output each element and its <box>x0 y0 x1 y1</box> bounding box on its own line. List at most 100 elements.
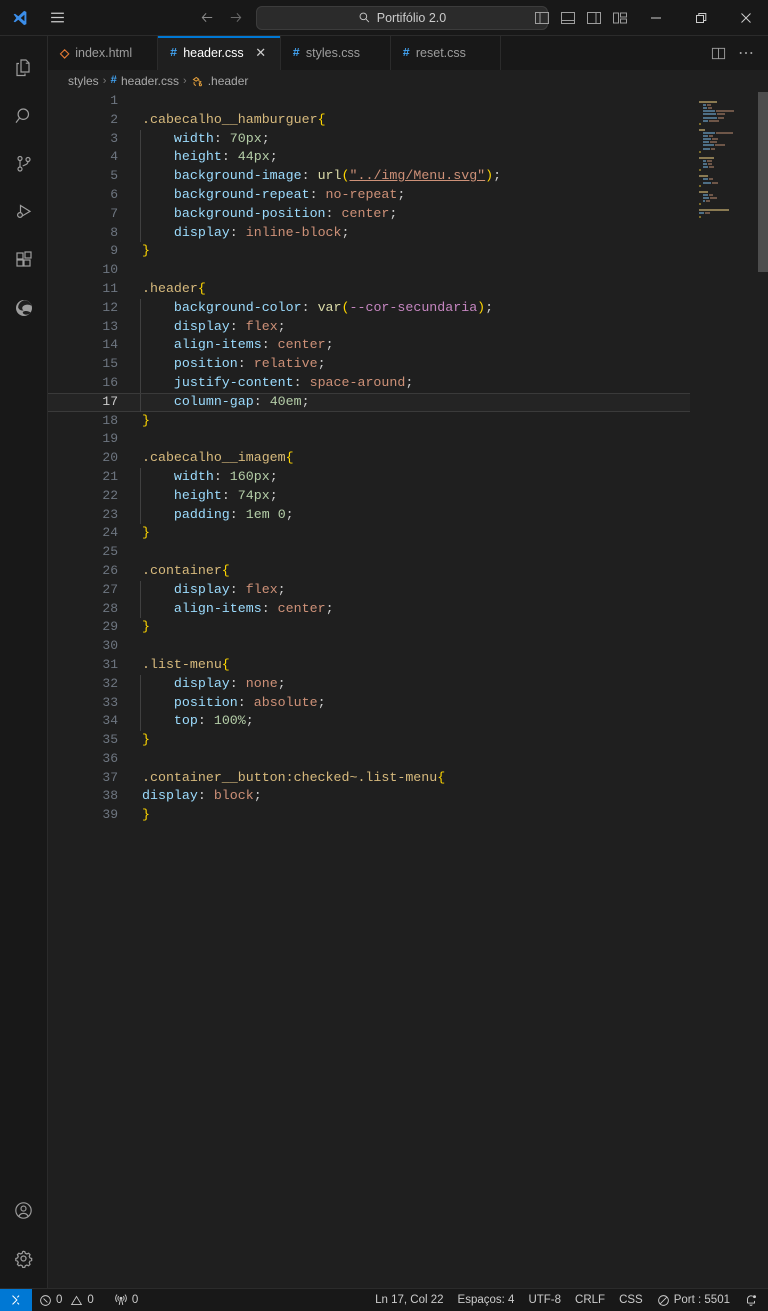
editor-position-status[interactable]: Ln 17, Col 22 <box>368 1289 450 1311</box>
code-line[interactable]: 34 top: 100%; <box>48 712 690 732</box>
indent-guide <box>140 392 141 412</box>
activity-item-accounts[interactable] <box>0 1186 48 1234</box>
code-line[interactable]: 24} <box>48 524 690 543</box>
code-line[interactable]: 32 display: none; <box>48 674 690 694</box>
code-line[interactable]: 8 display: inline-block; <box>48 223 690 243</box>
encoding-status[interactable]: UTF-8 <box>521 1289 568 1311</box>
command-center-search[interactable]: Portifólio 2.0 <box>256 5 548 30</box>
code-line[interactable]: 30 <box>48 637 690 656</box>
line-content: background-repeat: no-repeat; <box>140 185 690 205</box>
tab-index-html[interactable]: ◇ index.html <box>48 36 158 70</box>
code-line[interactable]: 20 .cabecalho__imagem{ <box>48 449 690 468</box>
ports-status[interactable]: 0 <box>107 1289 145 1311</box>
more-actions-icon[interactable]: ⋯ <box>734 41 758 65</box>
code-line[interactable]: 36 <box>48 750 690 769</box>
line-content: background-position: center; <box>140 204 690 224</box>
code-line[interactable]: 2 .cabecalho__hamburguer{ <box>48 111 690 130</box>
code-line[interactable]: 23 padding: 1em 0; <box>48 505 690 525</box>
code-line[interactable]: 15 position: relative; <box>48 355 690 374</box>
code-line[interactable]: 11 .header{ <box>48 280 690 299</box>
code-line[interactable]: 29} <box>48 618 690 637</box>
search-icon <box>12 104 36 128</box>
problems-status[interactable]: 0 0 <box>32 1289 101 1311</box>
line-number: 29 <box>102 619 118 635</box>
code-line[interactable]: 22 height: 74px; <box>48 486 690 506</box>
indentation-status[interactable]: Espaços: 4 <box>451 1289 522 1311</box>
activity-item-explorer[interactable] <box>0 44 48 92</box>
code-line[interactable]: 1 <box>48 92 690 111</box>
close-icon[interactable]: ✕ <box>254 45 268 61</box>
tab-reset-css[interactable]: # reset.css <box>390 36 501 70</box>
minimize-button[interactable] <box>633 0 678 36</box>
activity-item-browser-preview[interactable] <box>0 284 48 332</box>
code-editor[interactable]: 1 2 .cabecalho__hamburguer{3 width: 70px; 4… <box>48 92 690 1288</box>
code-line[interactable]: 35} <box>48 731 690 750</box>
tab-header-css[interactable]: # header.css ✕ <box>158 36 281 70</box>
breadcrumb-item-header-selector[interactable]: .header <box>191 74 248 88</box>
line-number: 26 <box>102 562 118 578</box>
line-number: 37 <box>102 769 118 785</box>
remote-window-button[interactable] <box>0 1288 32 1311</box>
code-line[interactable]: 26 .container{ <box>48 562 690 581</box>
code-line[interactable]: 17 column-gap: 40em; <box>48 392 690 412</box>
title-bar: Portifólio 2.0 <box>0 0 768 36</box>
scrollbar-thumb[interactable] <box>758 92 768 272</box>
toggle-primary-sidebar-button[interactable] <box>529 5 555 31</box>
code-line[interactable]: 28 align-items: center; <box>48 599 690 619</box>
toggle-panel-button[interactable] <box>555 5 581 31</box>
minimap[interactable] <box>690 92 768 1288</box>
code-line[interactable]: 6 background-repeat: no-repeat; <box>48 185 690 205</box>
restore-button[interactable] <box>678 0 723 36</box>
code-line[interactable]: 33 position: absolute; <box>48 693 690 713</box>
tab-styles-css[interactable]: # styles.css <box>280 36 391 70</box>
line-number: 1 <box>110 93 118 108</box>
code-line[interactable]: 31 .list-menu{ <box>48 656 690 675</box>
code-line[interactable]: 9} <box>48 242 690 261</box>
eol-status[interactable]: CRLF <box>568 1289 612 1311</box>
code-line[interactable]: 18} <box>48 412 690 431</box>
activity-item-run-debug[interactable] <box>0 188 48 236</box>
close-button[interactable] <box>723 0 768 36</box>
code-line[interactable]: 13 display: flex; <box>48 317 690 337</box>
edge-browser-icon <box>12 296 36 320</box>
line-content: .header{ <box>142 280 206 296</box>
activity-item-source-control[interactable] <box>0 140 48 188</box>
line-number: 16 <box>102 374 118 390</box>
extensions-icon <box>12 248 36 272</box>
language-mode-status[interactable]: CSS <box>612 1289 650 1311</box>
code-line[interactable]: 5 background-image: url("../img/Menu.svg… <box>48 167 690 186</box>
code-line[interactable]: 25 <box>48 543 690 562</box>
activity-item-extensions[interactable] <box>0 236 48 284</box>
indent-guide <box>140 129 141 149</box>
code-line[interactable]: 12 background-color: var(--cor-secundari… <box>48 298 690 318</box>
notifications-button[interactable] <box>737 1289 768 1311</box>
bell-dot-icon <box>744 1293 758 1307</box>
activity-item-search[interactable] <box>0 92 48 140</box>
split-editor-button[interactable] <box>706 41 730 65</box>
code-line[interactable]: 7 background-position: center; <box>48 204 690 224</box>
code-line[interactable]: 37 .container__button:checked~.list-menu{ <box>48 769 690 788</box>
activity-bar-bottom-group <box>0 1186 48 1282</box>
code-line[interactable]: 19 <box>48 430 690 449</box>
code-line[interactable]: 39} <box>48 806 690 825</box>
toggle-secondary-sidebar-button[interactable] <box>581 5 607 31</box>
line-number: 39 <box>102 807 118 823</box>
code-line[interactable]: 38 display: block; <box>48 787 690 806</box>
code-line[interactable]: 3 width: 70px; <box>48 129 690 149</box>
breadcrumb-item-header-css[interactable]: # header.css <box>110 74 179 88</box>
editor-scrollbar[interactable] <box>758 92 768 1288</box>
code-line[interactable]: 10 <box>48 261 690 280</box>
breadcrumb-item-styles[interactable]: styles <box>68 74 99 88</box>
code-line[interactable]: 27 display: flex; <box>48 580 690 600</box>
code-line[interactable]: 4 height: 44px; <box>48 148 690 168</box>
activity-item-settings[interactable] <box>0 1234 48 1282</box>
live-server-port-status[interactable]: Port : 5501 <box>650 1289 737 1311</box>
search-icon <box>358 11 371 24</box>
go-back-button[interactable] <box>194 5 220 31</box>
code-line[interactable]: 16 justify-content: space-around; <box>48 373 690 393</box>
go-forward-button[interactable] <box>222 5 248 31</box>
code-line[interactable]: 14 align-items: center; <box>48 336 690 356</box>
customize-layout-button[interactable] <box>607 5 633 31</box>
code-line[interactable]: 21 width: 160px; <box>48 467 690 487</box>
main-menu-button[interactable] <box>40 4 74 32</box>
